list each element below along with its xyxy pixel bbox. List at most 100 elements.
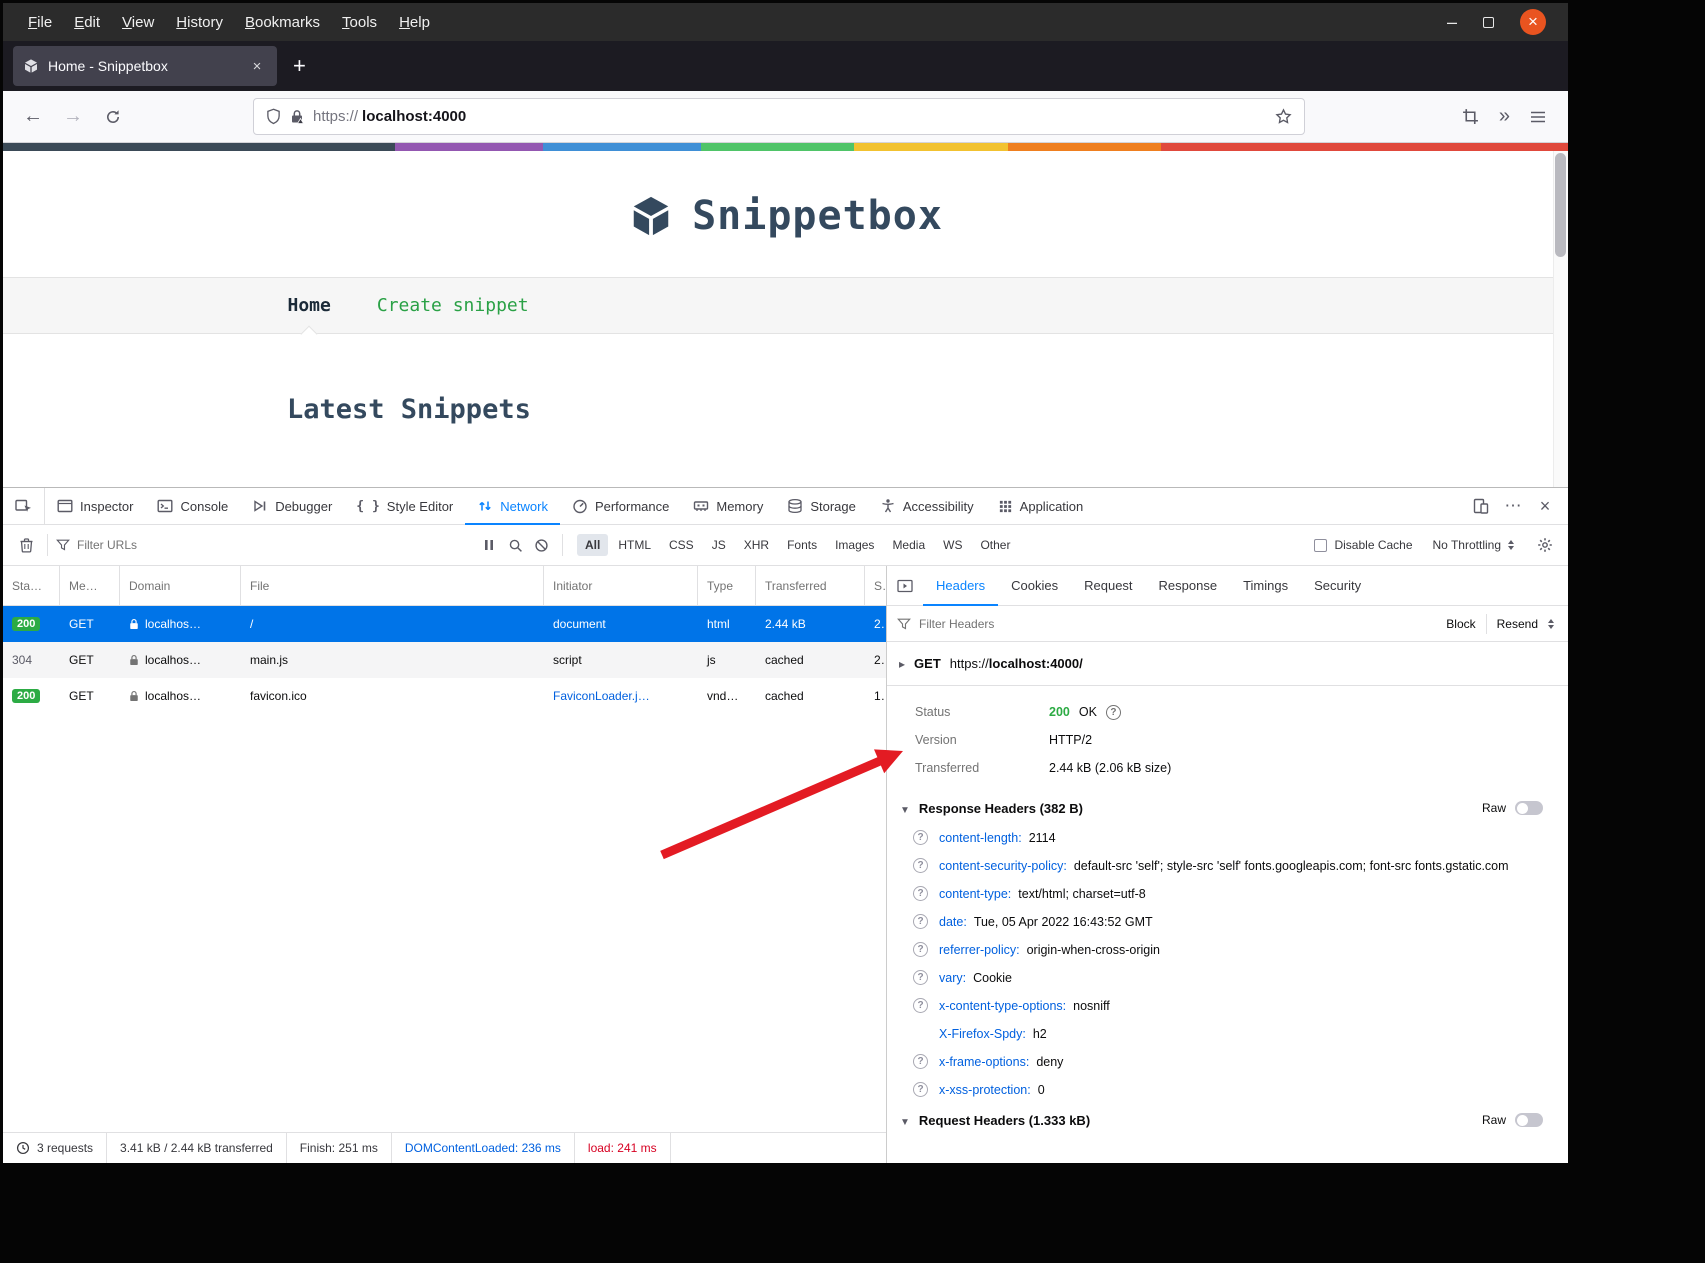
filter-images[interactable]: Images [827, 534, 882, 556]
devtools-more-options-icon[interactable] [1498, 492, 1528, 520]
filter-xhr[interactable]: XHR [736, 534, 777, 556]
request-headers-section[interactable]: Request Headers (1.333 kB) Raw [887, 1104, 1568, 1136]
resend-button[interactable]: Resend [1497, 617, 1538, 631]
request-row-mainjs[interactable]: 304 GET localhos… main.js script js cach… [3, 642, 886, 678]
back-button[interactable] [15, 99, 51, 135]
scrollbar-thumb[interactable] [1555, 153, 1566, 257]
expand-caret-icon[interactable] [900, 1113, 910, 1128]
filter-js[interactable]: JS [704, 534, 734, 556]
tracking-shield-icon[interactable] [266, 108, 281, 125]
expand-caret-icon[interactable] [900, 801, 910, 816]
menu-edit[interactable]: Edit [63, 14, 111, 31]
devtools-tab-console[interactable]: Console [145, 488, 240, 524]
connection-lock-icon[interactable] [290, 109, 304, 124]
filter-all[interactable]: All [577, 534, 608, 556]
menu-tools[interactable]: Tools [331, 14, 388, 31]
header-help-icon[interactable] [913, 914, 928, 929]
response-headers-section[interactable]: Response Headers (382 B) Raw [887, 792, 1568, 824]
column-status[interactable]: Sta… [3, 566, 60, 605]
browser-tab-active[interactable]: Home - Snippetbox [13, 46, 277, 86]
menu-help[interactable]: Help [388, 14, 441, 31]
column-transferred[interactable]: Transferred [756, 566, 865, 605]
throttling-dropdown[interactable]: No Throttling [1433, 538, 1514, 552]
network-settings-gear-icon[interactable] [1532, 532, 1558, 558]
column-method[interactable]: Me… [60, 566, 120, 605]
column-size[interactable]: S… [865, 566, 886, 605]
header-help-icon[interactable] [913, 1082, 928, 1097]
search-icon[interactable] [502, 532, 528, 558]
new-tab-button[interactable] [293, 53, 306, 79]
devtools-tab-network[interactable]: Network [465, 488, 560, 524]
filter-headers-input[interactable] [919, 617, 1139, 631]
column-file[interactable]: File [241, 566, 544, 605]
forward-button[interactable] [55, 99, 91, 135]
menu-bookmarks[interactable]: Bookmarks [234, 14, 331, 31]
filter-media[interactable]: Media [884, 534, 933, 556]
filter-fonts[interactable]: Fonts [779, 534, 825, 556]
header-help-icon[interactable] [913, 886, 928, 901]
close-window-button[interactable] [1520, 9, 1546, 35]
menu-file[interactable]: File [17, 14, 63, 31]
site-nav-create-snippet-link[interactable]: Create snippet [377, 295, 529, 316]
overflow-menu-icon[interactable] [1499, 105, 1510, 128]
header-help-icon[interactable] [913, 830, 928, 845]
load-time[interactable]: load: 241 ms [575, 1133, 671, 1163]
details-tab-timings[interactable]: Timings [1230, 566, 1301, 605]
status-help-icon[interactable] [1106, 705, 1121, 720]
reload-button[interactable] [95, 99, 131, 135]
filter-html[interactable]: HTML [610, 534, 659, 556]
column-domain[interactable]: Domain [120, 566, 241, 605]
request-url-summary[interactable]: GET https://localhost:4000/ [887, 642, 1568, 686]
pick-element-icon[interactable] [3, 488, 45, 524]
responsive-design-mode-icon[interactable] [1466, 492, 1496, 520]
devtools-tab-style-editor[interactable]: { } Style Editor [344, 488, 465, 524]
details-tab-headers[interactable]: Headers [923, 566, 998, 605]
column-type[interactable]: Type [698, 566, 756, 605]
disable-cache-group[interactable]: Disable Cache [1314, 538, 1412, 552]
filter-urls-input[interactable] [77, 538, 427, 552]
menu-history[interactable]: History [165, 14, 234, 31]
devtools-tab-debugger[interactable]: Debugger [240, 488, 344, 524]
filter-ws[interactable]: WS [935, 534, 970, 556]
maximize-button[interactable] [1483, 17, 1494, 28]
details-tab-request[interactable]: Request [1071, 566, 1145, 605]
header-help-icon[interactable] [913, 858, 928, 873]
request-row-document[interactable]: 200 GET localhos… / document html 2.44 k… [3, 606, 886, 642]
column-initiator[interactable]: Initiator [544, 566, 698, 605]
devtools-close-icon[interactable] [1530, 492, 1560, 520]
filter-css[interactable]: CSS [661, 534, 702, 556]
filter-urls-box[interactable] [56, 538, 476, 552]
devtools-tab-memory[interactable]: Memory [681, 488, 775, 524]
raw-toggle[interactable] [1515, 801, 1543, 815]
minimize-button[interactable] [1447, 12, 1457, 33]
site-nav-home-link[interactable]: Home [288, 295, 331, 316]
menu-view[interactable]: View [111, 14, 165, 31]
collapse-caret-icon[interactable] [899, 656, 905, 671]
block-request-icon[interactable] [528, 532, 554, 558]
devtools-tab-storage[interactable]: Storage [775, 488, 868, 524]
devtools-tab-inspector[interactable]: Inspector [45, 488, 145, 524]
clear-requests-trash-icon[interactable] [13, 532, 39, 558]
header-help-icon[interactable] [913, 998, 928, 1013]
details-tab-security[interactable]: Security [1301, 566, 1374, 605]
domcontentloaded-time[interactable]: DOMContentLoaded: 236 ms [392, 1133, 575, 1163]
header-help-icon[interactable] [913, 970, 928, 985]
pause-recording-icon[interactable] [476, 532, 502, 558]
request-row-favicon[interactable]: 200 GET localhos… favicon.ico FaviconLoa… [3, 678, 886, 714]
page-scrollbar[interactable] [1553, 151, 1568, 487]
details-tab-cookies[interactable]: Cookies [998, 566, 1071, 605]
bookmark-star-icon[interactable] [1275, 108, 1292, 125]
header-help-icon[interactable] [913, 942, 928, 957]
screenshot-tool-icon[interactable] [1462, 108, 1479, 125]
cell-initiator-link[interactable]: FaviconLoader.j… [553, 689, 650, 703]
raw-toggle[interactable] [1515, 1113, 1543, 1127]
panel-toggle-icon[interactable] [887, 566, 923, 605]
header-help-icon[interactable] [913, 1054, 928, 1069]
devtools-tab-application[interactable]: Application [986, 488, 1096, 524]
filter-other[interactable]: Other [972, 534, 1018, 556]
hamburger-menu-icon[interactable] [1530, 110, 1546, 124]
devtools-tab-performance[interactable]: Performance [560, 488, 681, 524]
details-tab-response[interactable]: Response [1146, 566, 1231, 605]
url-bar[interactable]: https:// localhost:4000 [253, 98, 1305, 135]
tab-close-icon[interactable] [247, 56, 267, 76]
